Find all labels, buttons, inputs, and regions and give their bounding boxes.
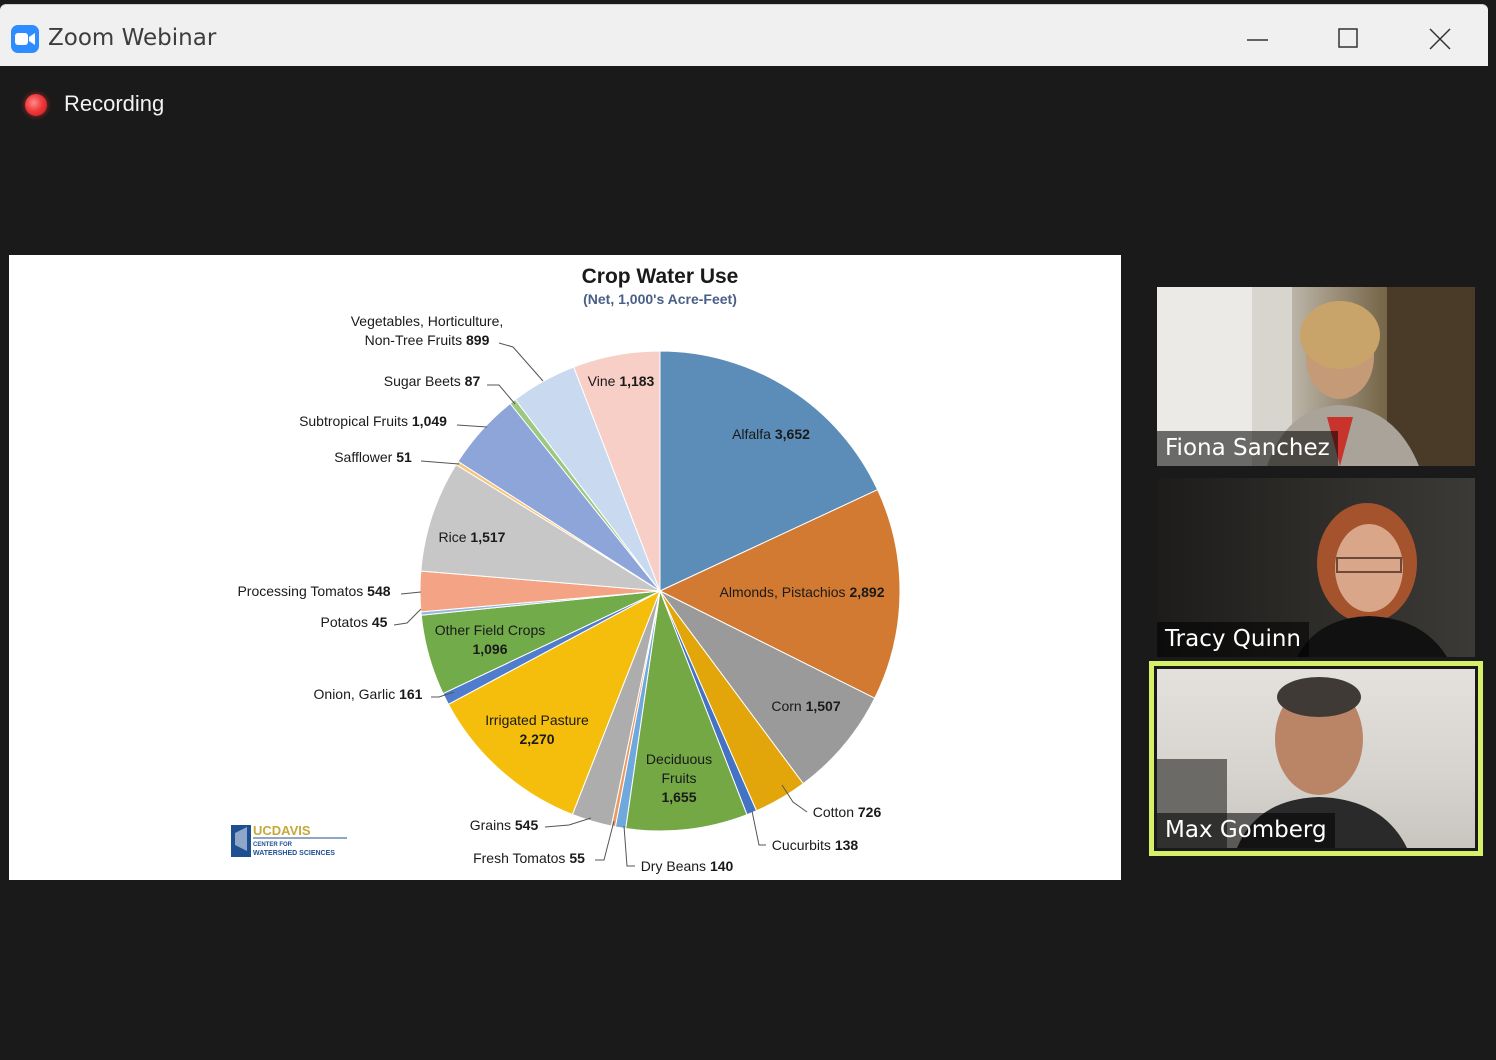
slice-label-cotton: Cotton 726 — [813, 804, 882, 820]
logo-line2: CENTER FOR — [253, 842, 293, 848]
maximize-button[interactable] — [1328, 21, 1368, 57]
slice-label-processing-tomatos: Processing Tomatos 548 — [237, 583, 390, 599]
leader-line-fresh-tomatos — [595, 820, 615, 861]
slice-label-subtropical-fruits: Subtropical Fruits 1,049 — [299, 413, 447, 429]
slice-label-sugar-beets: Sugar Beets 87 — [384, 373, 481, 389]
leader-line-dry-beans — [623, 825, 635, 867]
slice-label-almonds-pistachios: Almonds, Pistachios 2,892 — [720, 584, 885, 600]
slice-label-safflower: Safflower 51 — [334, 449, 412, 465]
leader-line-sugar-beets — [487, 384, 516, 405]
slice-label-vegetables-horticulture-non-tree-fruits-line1: Vegetables, Horticulture, — [351, 313, 504, 329]
zoom-logo-icon — [11, 25, 39, 53]
participant-name: Tracy Quinn — [1157, 622, 1310, 657]
leader-line-safflower — [420, 460, 460, 465]
slice-label-alfalfa: Alfalfa 3,652 — [732, 426, 810, 442]
participant-name: Fiona Sanchez — [1157, 431, 1338, 466]
minimize-icon — [1247, 39, 1268, 41]
chart-title: Crop Water Use — [582, 265, 739, 288]
logo-line1: UCDAVIS — [253, 823, 311, 838]
slice-label-onion-garlic: Onion, Garlic 161 — [314, 686, 423, 702]
crop-water-use-pie-chart: Crop Water Use (Net, 1,000's Acre-Feet) … — [231, 265, 901, 874]
slice-label-irrigated-pasture-value: 2,270 — [519, 731, 554, 747]
participant-tile-max-gomberg[interactable]: Max Gomberg — [1149, 661, 1483, 856]
recording-label: Recording — [64, 91, 165, 116]
leader-line-potatos — [393, 608, 422, 626]
participant-tile-fiona-sanchez[interactable]: Fiona Sanchez — [1157, 287, 1475, 466]
slice-label-potatos: Potatos 45 — [321, 614, 388, 630]
leader-line-vegetables-horticulture-non-tree-fruits — [498, 342, 544, 382]
slice-label-grains: Grains 545 — [470, 817, 539, 833]
close-button[interactable] — [1420, 21, 1460, 57]
slice-label-vine: Vine 1,183 — [588, 373, 655, 389]
leader-line-cucurbits — [751, 810, 766, 846]
participant-name: Max Gomberg — [1157, 813, 1335, 848]
chart-subtitle: (Net, 1,000's Acre-Feet) — [583, 291, 737, 307]
leader-line-processing-tomatos — [400, 591, 422, 595]
minimize-button[interactable] — [1238, 21, 1278, 57]
close-icon — [1429, 28, 1451, 50]
window-title: Zoom Webinar — [48, 25, 217, 51]
slice-label-deciduous-fruits-text: Fruits — [662, 770, 697, 786]
slice-label-rice: Rice 1,517 — [439, 529, 506, 545]
leader-line-grains — [544, 817, 592, 828]
slice-label-vegetables-horticulture-non-tree-fruits-line2: Non-Tree Fruits 899 — [365, 332, 490, 348]
slice-label-irrigated-pasture-text: Irrigated Pasture — [485, 712, 589, 728]
slice-label-dry-beans: Dry Beans 140 — [641, 858, 734, 874]
shared-screen-slide: Crop Water Use (Net, 1,000's Acre-Feet) … — [9, 255, 1121, 880]
recording-dot-icon — [25, 94, 47, 116]
leader-line-subtropical-fruits — [456, 424, 488, 428]
logo-line3: WATERSHED SCIENCES — [253, 850, 335, 857]
slice-label-other-field-crops-text: Other Field Crops — [435, 622, 545, 638]
slice-label-fresh-tomatos: Fresh Tomatos 55 — [473, 850, 585, 866]
slice-label-cucurbits: Cucurbits 138 — [772, 837, 859, 853]
ucdavis-logo: UCDAVIS CENTER FOR WATERSHED SCIENCES — [231, 823, 347, 857]
participant-tile-tracy-quinn[interactable]: Tracy Quinn — [1157, 478, 1475, 657]
window-titlebar: Zoom Webinar — [0, 4, 1488, 66]
slice-label-other-field-crops-value: 1,096 — [472, 641, 507, 657]
maximize-icon — [1338, 28, 1358, 48]
slice-label-deciduous-fruits-value: 1,655 — [661, 789, 696, 805]
slice-label-corn: Corn 1,507 — [771, 698, 840, 714]
slice-label-deciduous-fruits-text: Deciduous — [646, 751, 712, 767]
